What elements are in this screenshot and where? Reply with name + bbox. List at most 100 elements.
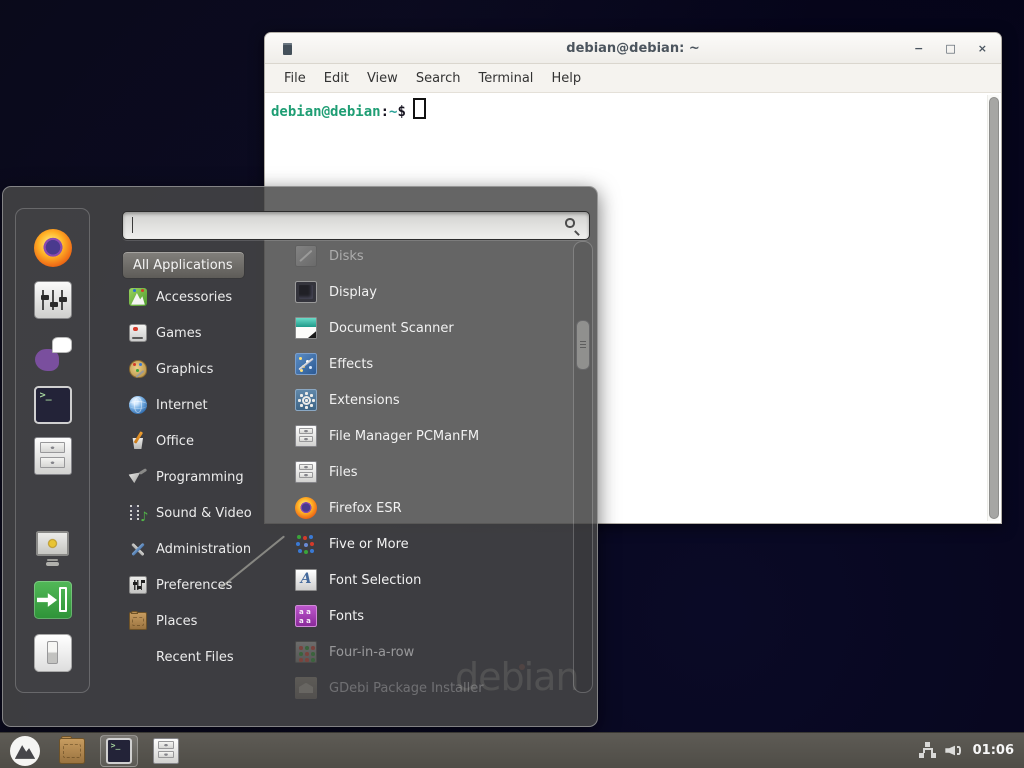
application-item[interactable]: GDebi Package Installer <box>287 670 569 706</box>
tray-icons <box>919 742 963 760</box>
terminal-icon <box>34 386 72 424</box>
terminal-menu-item[interactable]: Edit <box>315 67 358 90</box>
shut-down-button[interactable] <box>34 634 72 676</box>
folder-icon <box>59 738 85 764</box>
application-item[interactable]: Files <box>287 454 569 490</box>
files-window-button[interactable] <box>147 735 185 767</box>
terminal-menubar: FileEditViewSearchTerminalHelp <box>265 64 1001 93</box>
graphics-icon <box>129 360 147 378</box>
terminal-cursor <box>413 98 426 119</box>
games-icon <box>129 324 147 342</box>
application-item[interactable]: Display <box>287 274 569 310</box>
network-icon <box>919 742 937 760</box>
application-item[interactable]: Disks <box>287 238 569 274</box>
category-item[interactable]: Recent Files <box>122 639 272 675</box>
lock-screen-button[interactable] <box>34 529 72 571</box>
application-item[interactable]: Effects <box>287 346 569 382</box>
terminal-window-button[interactable] <box>100 735 138 767</box>
font-selection-icon <box>295 569 317 591</box>
menu-scrollbar-thumb[interactable] <box>576 320 590 370</box>
folder-icon <box>129 612 147 630</box>
menu-button[interactable] <box>6 735 44 767</box>
terminal-menu-item[interactable]: File <box>275 67 315 90</box>
taskbar-tray: 01:06 <box>919 742 1018 760</box>
maximize-button[interactable]: □ <box>945 43 955 54</box>
category-item[interactable]: Sound & Video <box>122 495 272 531</box>
application-item[interactable]: Document Scanner <box>287 310 569 346</box>
category-item[interactable]: Places <box>122 603 272 639</box>
extensions-icon <box>295 389 317 411</box>
search-icon <box>564 217 582 235</box>
close-button[interactable]: × <box>978 43 987 54</box>
programming-icon <box>129 468 147 486</box>
lock-screen-icon <box>34 529 72 567</box>
application-item[interactable]: Fonts <box>287 598 569 634</box>
favorite-terminal[interactable] <box>34 386 72 428</box>
log-out-icon <box>34 581 72 619</box>
category-item[interactable]: Games <box>122 315 272 351</box>
application-item[interactable]: Extensions <box>287 382 569 418</box>
text-caret <box>132 217 133 233</box>
file-cabinet-icon <box>153 738 179 764</box>
category-item[interactable]: Programming <box>122 459 272 495</box>
favorite-settings[interactable] <box>34 281 72 323</box>
category-item[interactable]: Graphics <box>122 351 272 387</box>
clock[interactable]: 01:06 <box>973 743 1014 758</box>
volume-icon <box>945 742 963 760</box>
five-or-more-icon <box>295 533 317 555</box>
category-item[interactable]: Internet <box>122 387 272 423</box>
category-item[interactable]: Preferences <box>122 567 272 603</box>
application-list: Disks Display Document Scanner Effects E… <box>287 238 569 706</box>
pidgin-icon <box>34 335 72 373</box>
network-tray-icon[interactable] <box>919 742 937 760</box>
application-item[interactable]: Five or More <box>287 526 569 562</box>
office-icon <box>129 432 147 450</box>
category-item[interactable]: Accessories <box>122 279 272 315</box>
terminal-menu-item[interactable]: Search <box>407 67 470 90</box>
disks-icon <box>295 245 317 267</box>
file-cabinet-icon <box>295 461 317 483</box>
taskbar-launchers <box>6 733 185 768</box>
search-box <box>122 211 590 240</box>
internet-icon <box>129 396 147 414</box>
gdebi-icon <box>295 677 317 699</box>
terminal-menu-item[interactable]: Terminal <box>469 67 542 90</box>
window-menu-icon[interactable] <box>283 43 292 55</box>
favorite-pidgin[interactable] <box>34 335 72 377</box>
minimize-button[interactable]: − <box>914 43 923 54</box>
all-applications-button[interactable]: All Applications <box>122 251 245 279</box>
terminal-titlebar[interactable]: debian@debian: ~ − □ × <box>265 33 1001 64</box>
file-cabinet-icon <box>34 437 72 475</box>
firefox-icon <box>34 229 72 267</box>
application-item[interactable]: Font Selection <box>287 562 569 598</box>
application-item[interactable]: File Manager PCManFM <box>287 418 569 454</box>
log-out-button[interactable] <box>34 581 72 623</box>
document-scanner-icon <box>295 317 317 339</box>
terminal-menu-item[interactable]: Help <box>542 67 590 90</box>
terminal-scrollbar-thumb[interactable] <box>989 97 999 519</box>
file-manager-launcher[interactable] <box>53 735 91 767</box>
file-cabinet-icon <box>295 425 317 447</box>
search-input[interactable] <box>123 212 589 239</box>
menu-scrollbar[interactable] <box>573 241 593 693</box>
window-title: debian@debian: ~ <box>265 41 1001 56</box>
display-icon <box>295 281 317 303</box>
shut-down-icon <box>34 634 72 672</box>
preferences-icon <box>129 576 147 594</box>
application-item[interactable]: Firefox ESR <box>287 490 569 526</box>
all-applications-label: All Applications <box>133 258 233 273</box>
fonts-icon <box>295 605 317 627</box>
accessories-icon <box>129 288 147 306</box>
category-item[interactable]: Office <box>122 423 272 459</box>
terminal-menu-item[interactable]: View <box>358 67 407 90</box>
favorite-firefox[interactable] <box>34 229 72 271</box>
settings-panel-icon <box>34 281 72 319</box>
terminal-scrollbar[interactable] <box>987 95 999 521</box>
administration-icon <box>129 540 147 558</box>
four-in-a-row-icon <box>295 641 317 663</box>
prompt-separator: : <box>381 104 389 120</box>
terminal-icon <box>106 738 132 764</box>
application-item[interactable]: Four-in-a-row <box>287 634 569 670</box>
volume-tray-icon[interactable] <box>945 742 963 760</box>
favorite-files[interactable] <box>34 437 72 479</box>
